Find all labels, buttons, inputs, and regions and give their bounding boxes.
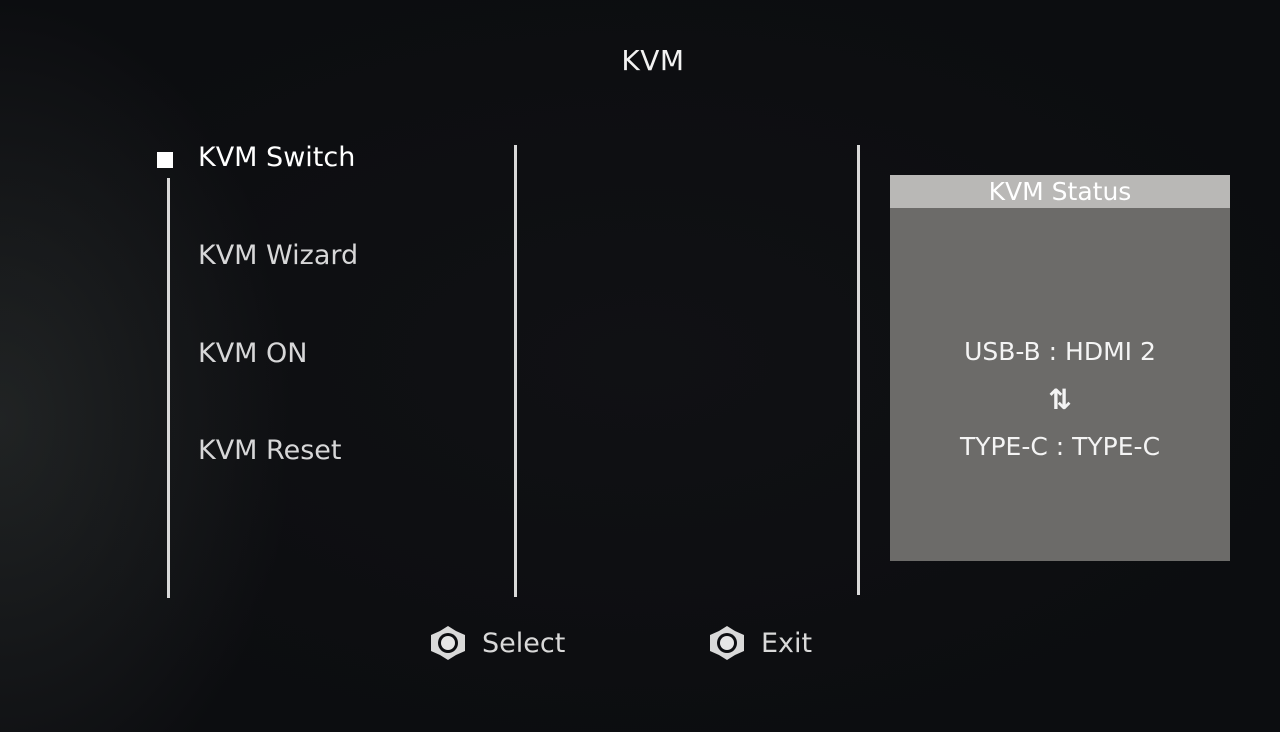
exit-label: Exit [761, 627, 813, 659]
kvm-status-line-typec: TYPE-C : TYPE-C [959, 432, 1161, 461]
page-title: KVM [621, 44, 685, 77]
menu-item-kvm-switch[interactable]: KVM Switch [198, 142, 355, 173]
select-hint: Select [428, 622, 565, 664]
menu-item-kvm-on[interactable]: KVM ON [198, 338, 308, 369]
kvm-status-header: KVM Status [890, 175, 1230, 208]
kvm-status-panel: KVM Status USB-B : HDMI 2 ⇅ TYPE-C : TYP… [890, 175, 1230, 561]
menu-tree-line [167, 178, 170, 598]
column-divider [857, 145, 860, 595]
joystick-icon [710, 626, 744, 660]
menu-item-kvm-reset[interactable]: KVM Reset [198, 435, 341, 466]
swap-arrows-icon: ⇅ [1048, 383, 1072, 416]
exit-hint: Exit [707, 622, 812, 664]
kvm-status-line-usb: USB-B : HDMI 2 [964, 337, 1156, 366]
select-label: Select [482, 627, 566, 659]
column-divider [514, 145, 517, 597]
joystick-icon [431, 626, 465, 660]
square-bullet-icon [157, 152, 173, 168]
menu-item-kvm-wizard[interactable]: KVM Wizard [198, 240, 358, 271]
